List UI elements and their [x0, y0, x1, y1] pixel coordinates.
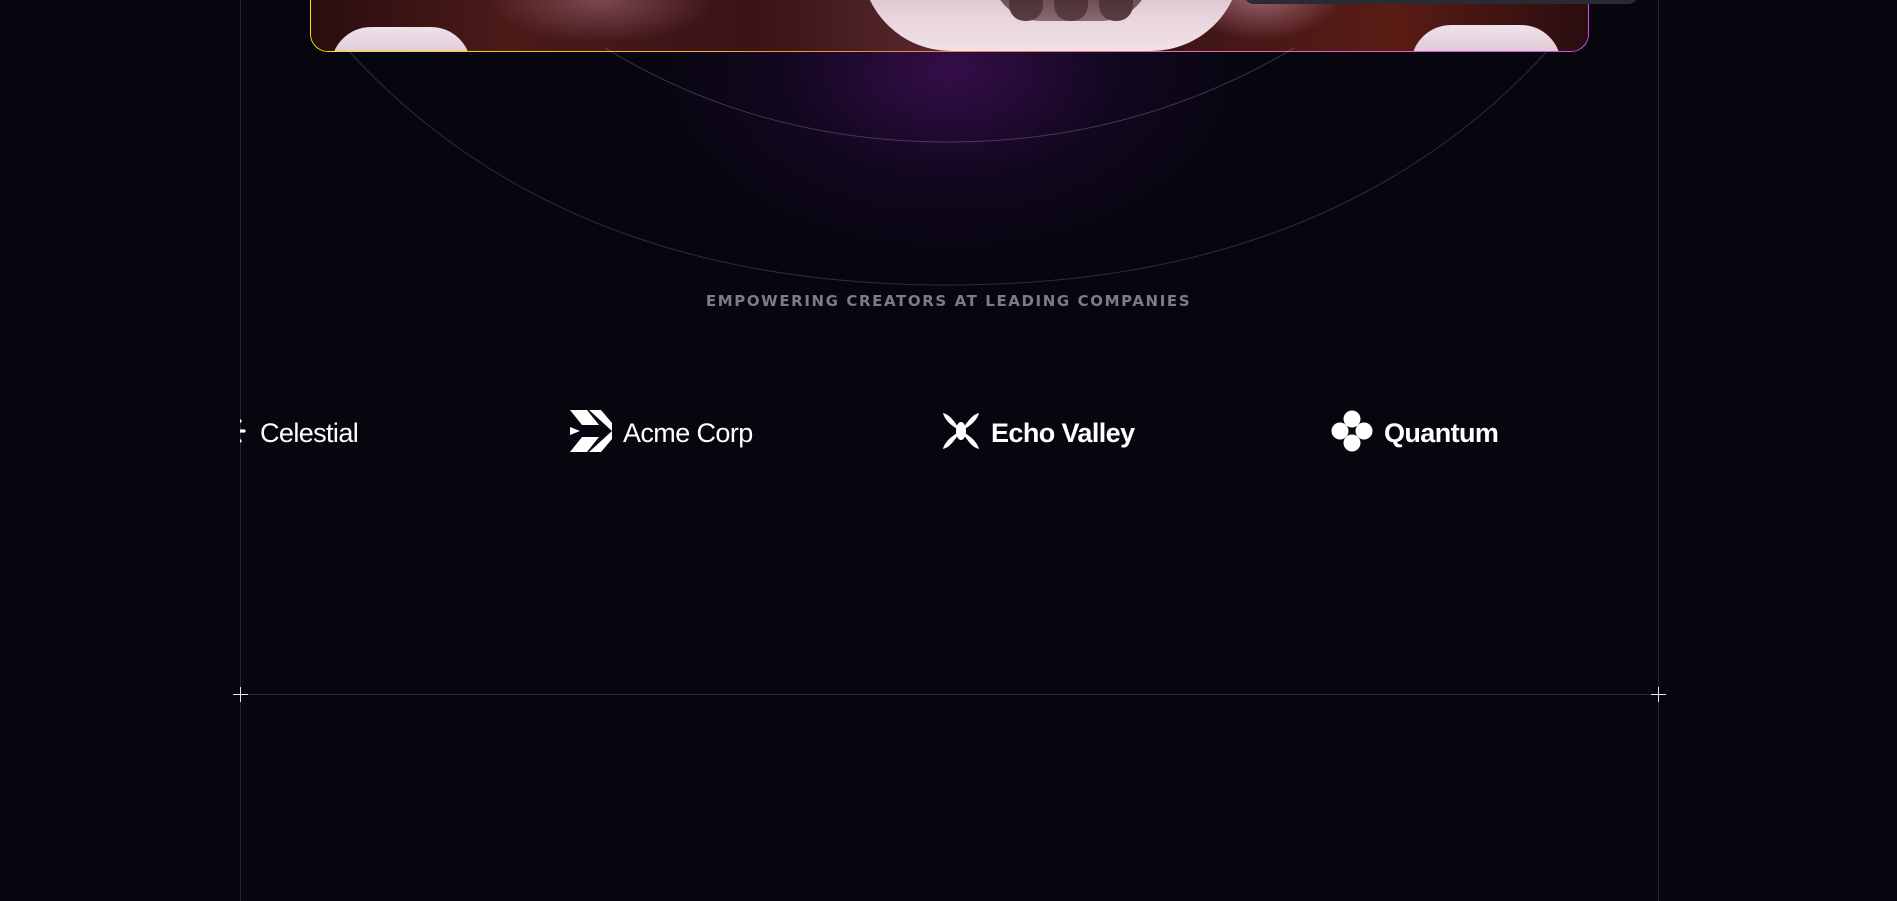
- hero-image-card: [310, 0, 1589, 52]
- quantum-logo-icon: [1330, 409, 1374, 458]
- robot-shoulder-right: [1411, 25, 1561, 51]
- celestial-logo-icon: [240, 413, 250, 454]
- frame-line-divider: [240, 694, 1659, 695]
- logo-name: Celestial: [260, 417, 359, 448]
- acme-corp-logo-icon: [569, 409, 613, 458]
- logo-quantum: Quantum: [1330, 400, 1499, 466]
- logo-echo-valley: Echo Valley: [941, 400, 1135, 466]
- plus-corner-icon: [1651, 687, 1666, 702]
- robot-shoulder-left: [331, 27, 471, 51]
- logo-name: Quantum: [1384, 417, 1499, 448]
- logo-name: Acme Corp: [623, 417, 753, 448]
- logo-acme-corp: Acme Corp: [569, 400, 753, 466]
- landing-page: EMPOWERING CREATORS AT LEADING COMPANIES: [0, 0, 1897, 901]
- company-logo-strip: Celestial Acme Corp Echo Valley Quantum: [240, 400, 1659, 466]
- robot-hero-image: [311, 0, 1588, 51]
- logo-name: Echo Valley: [991, 417, 1135, 448]
- echo-valley-logo-icon: [941, 411, 981, 456]
- plus-corner-icon: [233, 687, 248, 702]
- companies-tagline: EMPOWERING CREATORS AT LEADING COMPANIES: [705, 292, 1192, 310]
- logo-celestial: Celestial: [240, 400, 359, 466]
- hero-overlay-panel: [1244, 0, 1638, 4]
